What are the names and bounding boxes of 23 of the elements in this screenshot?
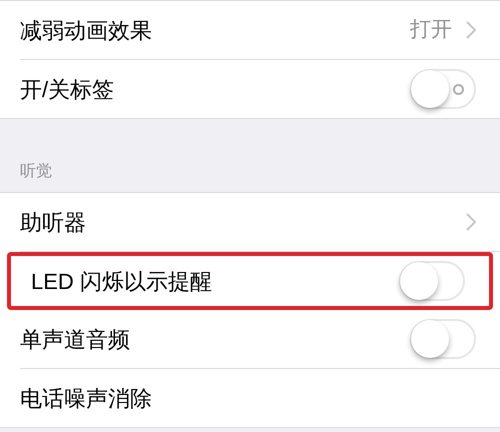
section-header: 听觉 (20, 162, 52, 182)
off-label-icon (453, 84, 464, 95)
toggle-knob (400, 262, 438, 300)
chevron-icon (466, 213, 476, 231)
row-label: 单声道音频 (20, 326, 131, 354)
settings-row[interactable]: 电话噪声消除 (0, 369, 500, 427)
settings-row[interactable]: 减弱动画效果 打开 (0, 1, 500, 59)
row-label: LED 闪烁以示提醒 (31, 268, 213, 296)
chevron-icon (466, 21, 476, 39)
row-value: 打开 (410, 17, 452, 44)
toggle-knob (411, 320, 449, 358)
settings-row[interactable]: LED 闪烁以示提醒 (7, 252, 493, 310)
row-label: 减弱动画效果 (20, 16, 153, 44)
toggle-knob (411, 70, 449, 108)
row-label: 助听器 (20, 208, 87, 236)
settings-row[interactable]: 助听器 (0, 193, 500, 251)
settings-row[interactable]: 开/关标签 (0, 60, 500, 118)
row-label: 电话噪声消除 (20, 384, 153, 412)
row-label: 开/关标签 (20, 76, 116, 104)
toggle-switch[interactable] (399, 261, 465, 301)
settings-row[interactable]: 单声道音频 (0, 310, 500, 368)
toggle-switch[interactable] (410, 69, 476, 109)
toggle-switch[interactable] (410, 319, 476, 359)
